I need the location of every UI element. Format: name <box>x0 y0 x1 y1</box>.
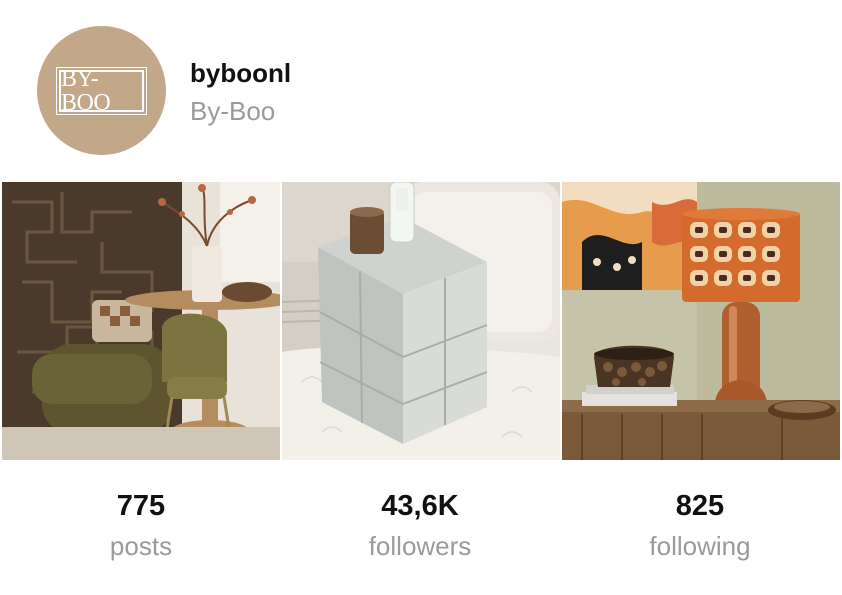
profile-stats: 775 posts 43,6K followers 825 following <box>0 486 842 576</box>
posts-grid <box>2 182 840 460</box>
posts-label: posts <box>109 531 173 561</box>
followers-stat[interactable]: 43,6K followers <box>320 486 520 566</box>
followers-label: followers <box>368 531 472 561</box>
mirrored-side-table-image <box>282 182 560 460</box>
username[interactable]: byboonl <box>190 58 291 89</box>
brand-logo-text: BY-BOO <box>61 65 111 116</box>
following-count: 825 <box>675 490 725 522</box>
following-stat[interactable]: 825 following <box>600 486 800 566</box>
following-label: following <box>649 531 751 561</box>
post-thumbnail-dining-nook[interactable] <box>2 182 280 460</box>
profile-header: BY-BOO byboonl By-Boo <box>37 26 437 158</box>
post-thumbnail-retro-table-lamp[interactable] <box>562 182 840 460</box>
post-thumbnail-mirrored-side-table[interactable] <box>282 182 560 460</box>
posts-count: 775 <box>116 490 166 522</box>
avatar[interactable]: BY-BOO <box>37 26 166 155</box>
dining-nook-image <box>2 182 280 460</box>
brand-logo: BY-BOO <box>56 65 147 116</box>
display-name: By-Boo <box>190 96 276 126</box>
followers-count: 43,6K <box>381 490 459 522</box>
posts-stat[interactable]: 775 posts <box>41 486 241 566</box>
retro-table-lamp-image <box>562 182 840 460</box>
